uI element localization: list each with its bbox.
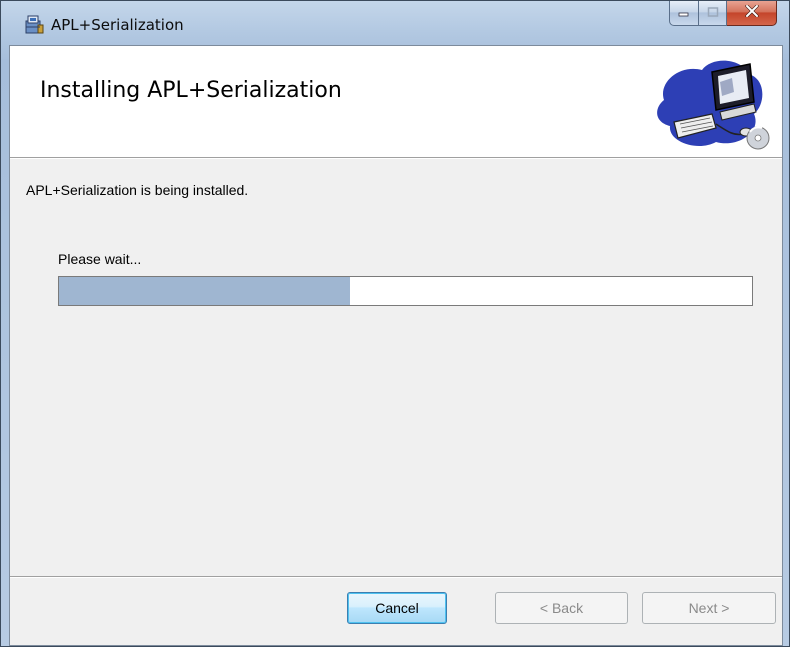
minimize-icon xyxy=(678,4,690,22)
install-status-text: APL+Serialization is being installed. xyxy=(26,182,249,198)
cancel-button[interactable]: Cancel xyxy=(347,592,447,624)
title-bar[interactable]: APL+Serialization xyxy=(1,1,789,45)
back-button[interactable]: < Back xyxy=(495,592,628,624)
caption-buttons xyxy=(669,1,777,27)
install-progress-bar xyxy=(58,276,753,306)
computer-setup-illustration xyxy=(650,52,774,152)
dialog-client-area: Installing APL+Serialization APL+Seriali… xyxy=(9,45,783,646)
maximize-button[interactable] xyxy=(699,1,727,26)
close-button[interactable] xyxy=(727,1,777,26)
header-banner: Installing APL+Serialization xyxy=(10,46,782,158)
footer-divider xyxy=(10,576,782,578)
banner-divider xyxy=(10,158,782,159)
next-button[interactable]: Next > xyxy=(642,592,776,624)
page-title: Installing APL+Serialization xyxy=(40,78,342,103)
window-title: APL+Serialization xyxy=(51,16,184,34)
close-icon xyxy=(744,4,759,22)
installer-window: APL+Serialization Installing APL+Seriali… xyxy=(0,0,790,647)
maximize-icon xyxy=(707,4,719,22)
progress-bar-fill xyxy=(59,277,351,305)
please-wait-label: Please wait... xyxy=(58,251,142,267)
minimize-button[interactable] xyxy=(669,1,699,26)
installer-box-icon xyxy=(23,13,45,35)
